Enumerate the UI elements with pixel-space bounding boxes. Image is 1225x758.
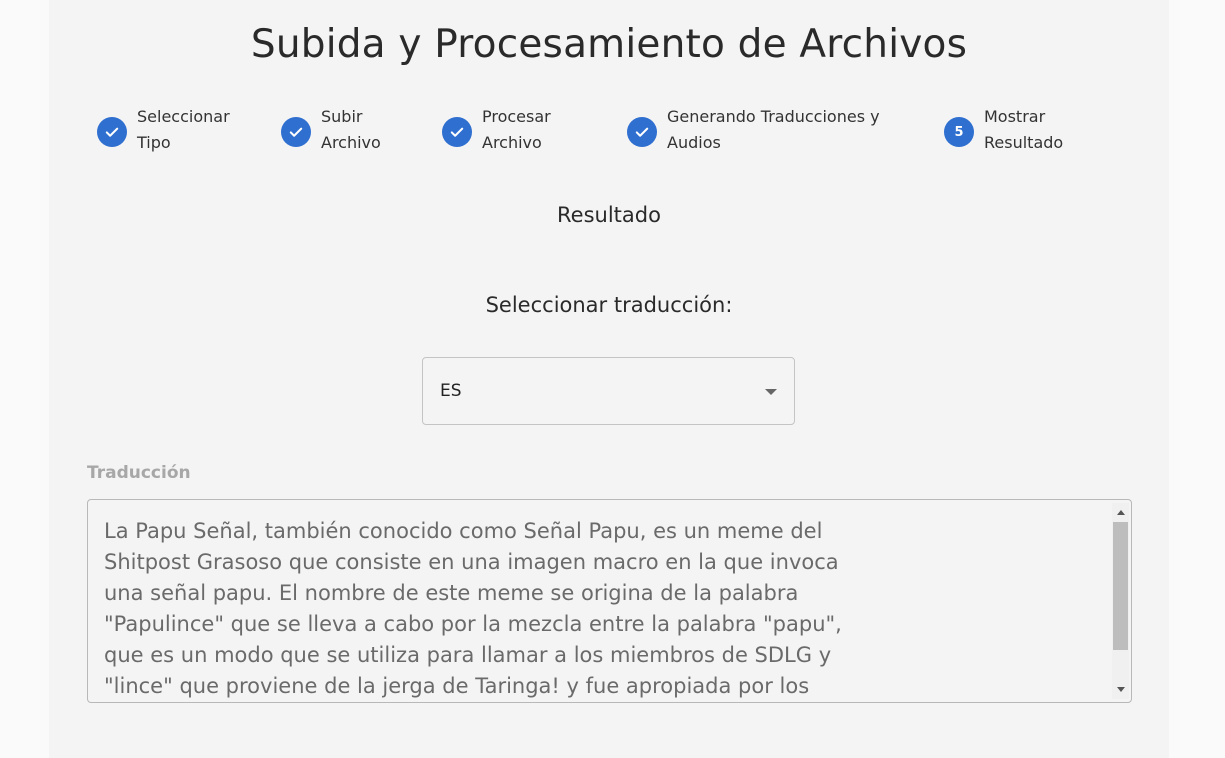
select-value: ES: [440, 381, 462, 401]
step-label: Procesar Archivo: [482, 107, 551, 152]
step-procesar-archivo: Procesar Archivo: [442, 104, 551, 156]
translation-text: La Papu Señal, también conocido como Señ…: [104, 519, 842, 698]
scroll-thumb[interactable]: [1113, 522, 1128, 650]
step-number-icon: 5: [944, 117, 974, 147]
translation-field-label: Traducción: [87, 463, 191, 483]
step-subir-archivo: Subir Archivo: [281, 104, 381, 156]
scroll-up-arrow-icon[interactable]: [1117, 510, 1125, 515]
result-title: Resultado: [557, 203, 661, 227]
step-label: Mostrar Resultado: [984, 107, 1064, 152]
select-translation-label: Seleccionar traducción:: [485, 293, 733, 317]
step-label: Generando Traducciones y Audios: [667, 107, 880, 152]
check-icon: [442, 117, 472, 147]
step-label: Subir Archivo: [321, 107, 381, 152]
progress-stepper: Seleccionar Tipo Subir Archivo Procesar …: [49, 104, 1169, 164]
check-icon: [627, 117, 657, 147]
caret-down-icon: [765, 389, 777, 395]
step-seleccionar-tipo: Seleccionar Tipo: [97, 104, 230, 156]
page-title: Subida y Procesamiento de Archivos: [250, 22, 968, 67]
textarea-scrollbar[interactable]: [1112, 503, 1129, 699]
translation-textarea[interactable]: La Papu Señal, también conocido como Señ…: [87, 499, 1132, 703]
check-icon: [281, 117, 311, 147]
check-icon: [97, 117, 127, 147]
page: Subida y Procesamiento de Archivos Selec…: [49, 0, 1169, 758]
step-number: 5: [954, 124, 964, 140]
step-generando-traducciones: Generando Traducciones y Audios: [627, 104, 880, 156]
step-label: Seleccionar Tipo: [137, 107, 230, 152]
step-mostrar-resultado: 5 Mostrar Resultado: [944, 104, 1063, 156]
language-select[interactable]: ES: [422, 357, 795, 425]
scroll-down-arrow-icon[interactable]: [1117, 687, 1125, 692]
